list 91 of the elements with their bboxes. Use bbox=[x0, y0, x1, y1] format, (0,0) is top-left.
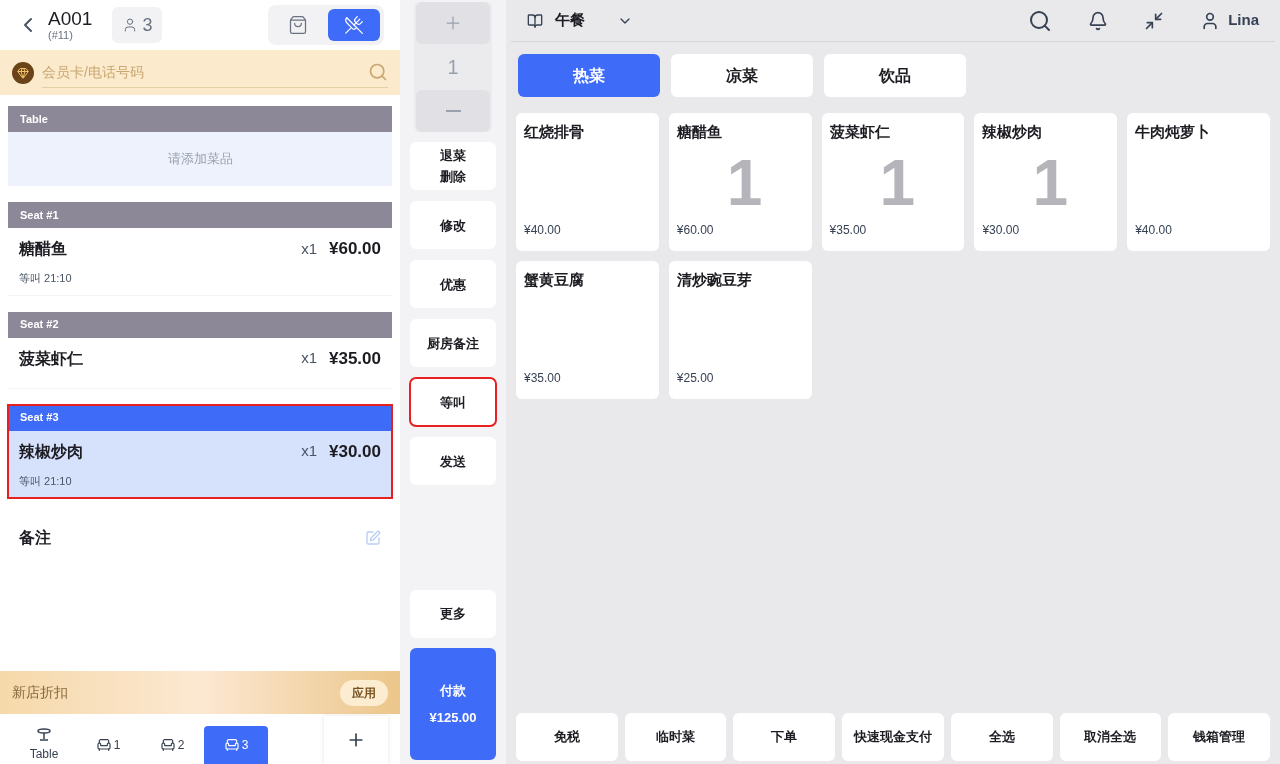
item-note: 等叫 21:10 bbox=[19, 473, 73, 489]
bottom-action-button[interactable]: 全选 bbox=[950, 713, 1053, 761]
item-name: 菠菜虾仁 bbox=[19, 348, 83, 369]
item-quantity: x1 bbox=[301, 238, 317, 259]
empty-hint: 请添加菜品 bbox=[8, 132, 392, 186]
action-button[interactable]: 厨房备注 bbox=[410, 319, 496, 367]
menu-name: 午餐 bbox=[555, 10, 585, 31]
dish-card[interactable]: 糖醋鱼 1 ¥60.00 bbox=[668, 113, 812, 251]
group-header: Seat #1 bbox=[8, 202, 392, 228]
item-quantity: x1 bbox=[301, 441, 317, 462]
item-note: 等叫 21:10 bbox=[19, 271, 73, 286]
action-button[interactable]: 等叫 bbox=[410, 378, 496, 426]
bottom-action-button[interactable]: 取消全选 bbox=[1059, 713, 1162, 761]
search-icon bbox=[368, 62, 388, 82]
group-header: Table bbox=[8, 106, 392, 132]
action-button[interactable]: 修改 bbox=[410, 201, 496, 249]
dish-price: ¥30.00 bbox=[982, 222, 1021, 239]
order-number: (#11) bbox=[48, 30, 74, 41]
seat-icon bbox=[159, 737, 176, 753]
bottom-action-button[interactable]: 快速现金支付 bbox=[842, 713, 944, 761]
seat-tab[interactable]: 3 bbox=[204, 726, 268, 764]
user-name[interactable]: Lina bbox=[1228, 9, 1259, 32]
search-icon[interactable] bbox=[1028, 8, 1053, 33]
dish-price: ¥60.00 bbox=[676, 222, 715, 239]
remarks-label: 备注 bbox=[19, 528, 51, 548]
dish-price: ¥35.00 bbox=[829, 222, 868, 239]
bag-icon bbox=[288, 15, 308, 35]
dish-card[interactable]: 红烧排骨 ¥40.00 bbox=[516, 113, 659, 251]
seat-tab[interactable]: Table bbox=[12, 726, 76, 764]
member-search-field[interactable]: 会员卡/电话号码 bbox=[42, 61, 368, 83]
item-price: ¥35.00 bbox=[329, 347, 381, 370]
dish-name: 辣椒炒肉 bbox=[982, 122, 1044, 142]
more-button[interactable]: 更多 bbox=[410, 590, 496, 638]
category-tab[interactable]: 热菜 bbox=[518, 54, 660, 97]
dish-count: 1 bbox=[879, 151, 916, 215]
dish-card[interactable]: 牛肉炖萝卜 ¥40.00 bbox=[1127, 113, 1270, 251]
dish-name: 糖醋鱼 bbox=[676, 122, 723, 142]
group-header: Seat #3 bbox=[8, 404, 392, 431]
dish-name: 蟹黄豆腐 bbox=[524, 270, 585, 290]
minus-icon bbox=[445, 110, 461, 112]
guests-button[interactable]: 3 bbox=[112, 7, 163, 43]
dish-name: 牛肉炖萝卜 bbox=[1135, 122, 1212, 142]
bottom-action-button[interactable]: 免税 bbox=[516, 713, 618, 761]
seat-icon bbox=[223, 737, 240, 753]
bottom-action-button[interactable]: 钱箱管理 bbox=[1168, 713, 1271, 761]
collapse-icon[interactable] bbox=[1144, 10, 1165, 31]
pay-button[interactable]: 付款 ¥125.00 bbox=[410, 648, 496, 760]
item-price: ¥60.00 bbox=[329, 238, 381, 261]
category-tab[interactable]: 凉菜 bbox=[671, 54, 813, 97]
dish-name: 菠菜虾仁 bbox=[829, 122, 891, 142]
notification-icon[interactable] bbox=[1088, 10, 1109, 31]
dish-count: 1 bbox=[1032, 151, 1068, 215]
dish-card[interactable]: 菠菜虾仁 1 ¥35.00 bbox=[821, 113, 965, 251]
dish-price: ¥25.00 bbox=[676, 370, 715, 387]
table-icon bbox=[36, 727, 52, 743]
member-badge-icon bbox=[12, 61, 34, 84]
seat-group[interactable]: Seat #1 糖醋鱼 x1 ¥60.00 等叫 21:10 bbox=[8, 202, 392, 296]
dish-card[interactable]: 清炒豌豆芽 ¥25.00 bbox=[668, 261, 812, 399]
utensils-icon bbox=[344, 15, 364, 35]
dish-price: ¥40.00 bbox=[1135, 222, 1173, 239]
group-header: Seat #2 bbox=[8, 311, 392, 338]
menu-book-icon bbox=[527, 12, 543, 29]
member-search-box[interactable]: 会员卡/电话号码 bbox=[42, 57, 388, 88]
seat-tab[interactable]: 1 bbox=[76, 726, 140, 764]
table-number: A001 bbox=[48, 9, 93, 28]
dish-price: ¥40.00 bbox=[524, 222, 562, 239]
dish-price: ¥35.00 bbox=[524, 370, 562, 387]
item-price: ¥30.00 bbox=[329, 440, 381, 463]
item-quantity: x1 bbox=[301, 348, 317, 369]
seat-group[interactable]: Seat #3 辣椒炒肉 x1 ¥30.00 等叫 21:10 bbox=[8, 404, 392, 498]
dish-name: 红烧排骨 bbox=[524, 122, 585, 142]
apply-button[interactable]: 应用 bbox=[340, 679, 388, 706]
item-name: 糖醋鱼 bbox=[19, 239, 67, 259]
mode-tab[interactable] bbox=[328, 9, 380, 41]
bottom-action-button[interactable]: 下单 bbox=[733, 713, 836, 761]
order-item[interactable]: 辣椒炒肉 x1 ¥30.00 等叫 21:10 bbox=[8, 430, 392, 498]
seat-tab[interactable]: 2 bbox=[140, 726, 204, 764]
dish-card[interactable]: 辣椒炒肉 1 ¥30.00 bbox=[974, 113, 1118, 251]
discount-label: 新店折扣 bbox=[12, 683, 68, 702]
bottom-action-button[interactable]: 临时菜 bbox=[624, 713, 727, 761]
dish-card[interactable]: 蟹黄豆腐 ¥35.00 bbox=[516, 261, 659, 399]
action-button[interactable]: 优惠 bbox=[410, 260, 496, 308]
dish-count: 1 bbox=[726, 151, 763, 215]
seat-group[interactable]: Seat #2 菠菜虾仁 x1 ¥35.00 bbox=[8, 311, 392, 389]
seat-icon bbox=[95, 737, 112, 753]
item-name: 辣椒炒肉 bbox=[19, 441, 83, 462]
action-button[interactable]: 发送 bbox=[410, 437, 496, 485]
action-button[interactable]: 退菜 删除 bbox=[410, 142, 496, 190]
category-tab[interactable]: 饮品 bbox=[824, 54, 966, 97]
dish-name: 清炒豌豆芽 bbox=[676, 270, 753, 290]
quantity-value: 1 bbox=[447, 55, 459, 80]
